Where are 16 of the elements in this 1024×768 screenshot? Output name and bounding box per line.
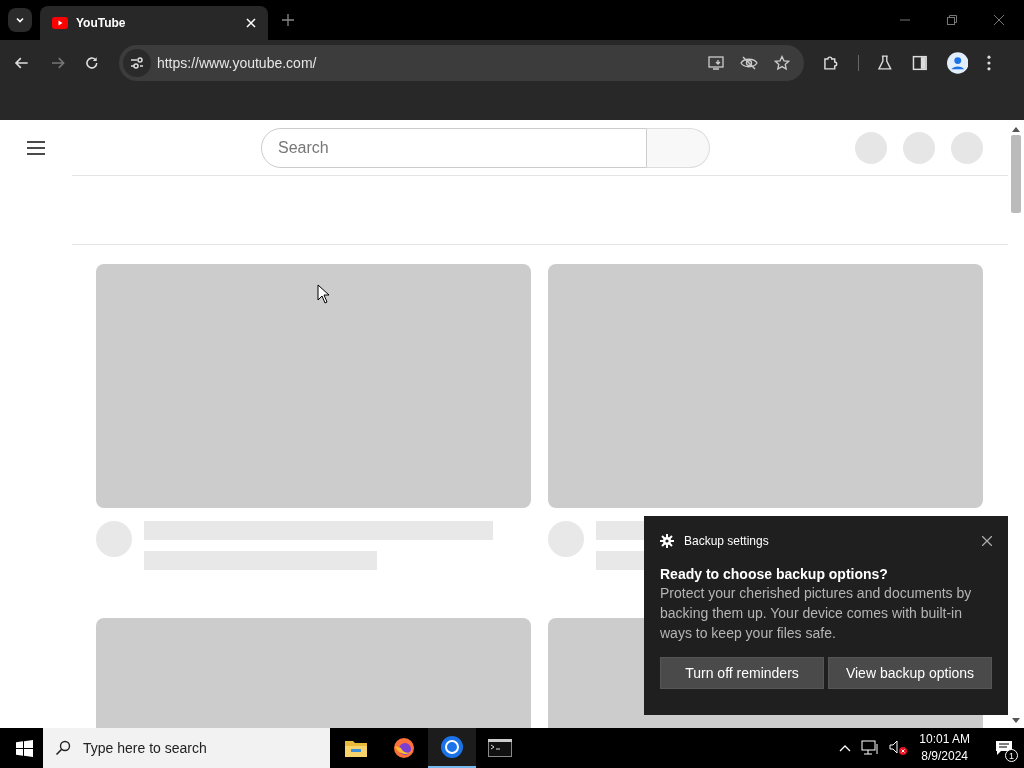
browser-tab[interactable]: YouTube bbox=[40, 6, 268, 40]
notification-app-name: Backup settings bbox=[684, 534, 769, 548]
action-center-button[interactable]: 1 bbox=[984, 728, 1024, 768]
notification-body: Protect your cherished pictures and documents by backing them up. Your device comes with built-in ways to keep your files safe. bbox=[660, 584, 973, 643]
search-field[interactable]: Search bbox=[261, 127, 647, 168]
taskbar-search-field[interactable]: Type here to search bbox=[43, 728, 330, 768]
notification-button[interactable]: Turn off reminders bbox=[660, 657, 824, 689]
url-text: https://www.youtube.com/ bbox=[156, 54, 317, 71]
notification-count: 1 bbox=[1005, 749, 1018, 762]
time-text: 10:01 AM bbox=[919, 731, 970, 748]
date-text: 8/9/2024 bbox=[921, 748, 968, 765]
address-bar[interactable]: https://www.youtube.com/ bbox=[118, 44, 804, 81]
tab-title: YouTube bbox=[76, 16, 127, 30]
notification-button[interactable]: View backup options bbox=[828, 657, 992, 689]
notification-title: Ready to choose backup options? bbox=[660, 566, 889, 582]
clock[interactable]: 10:01 AM 8/9/2024 bbox=[919, 731, 970, 765]
